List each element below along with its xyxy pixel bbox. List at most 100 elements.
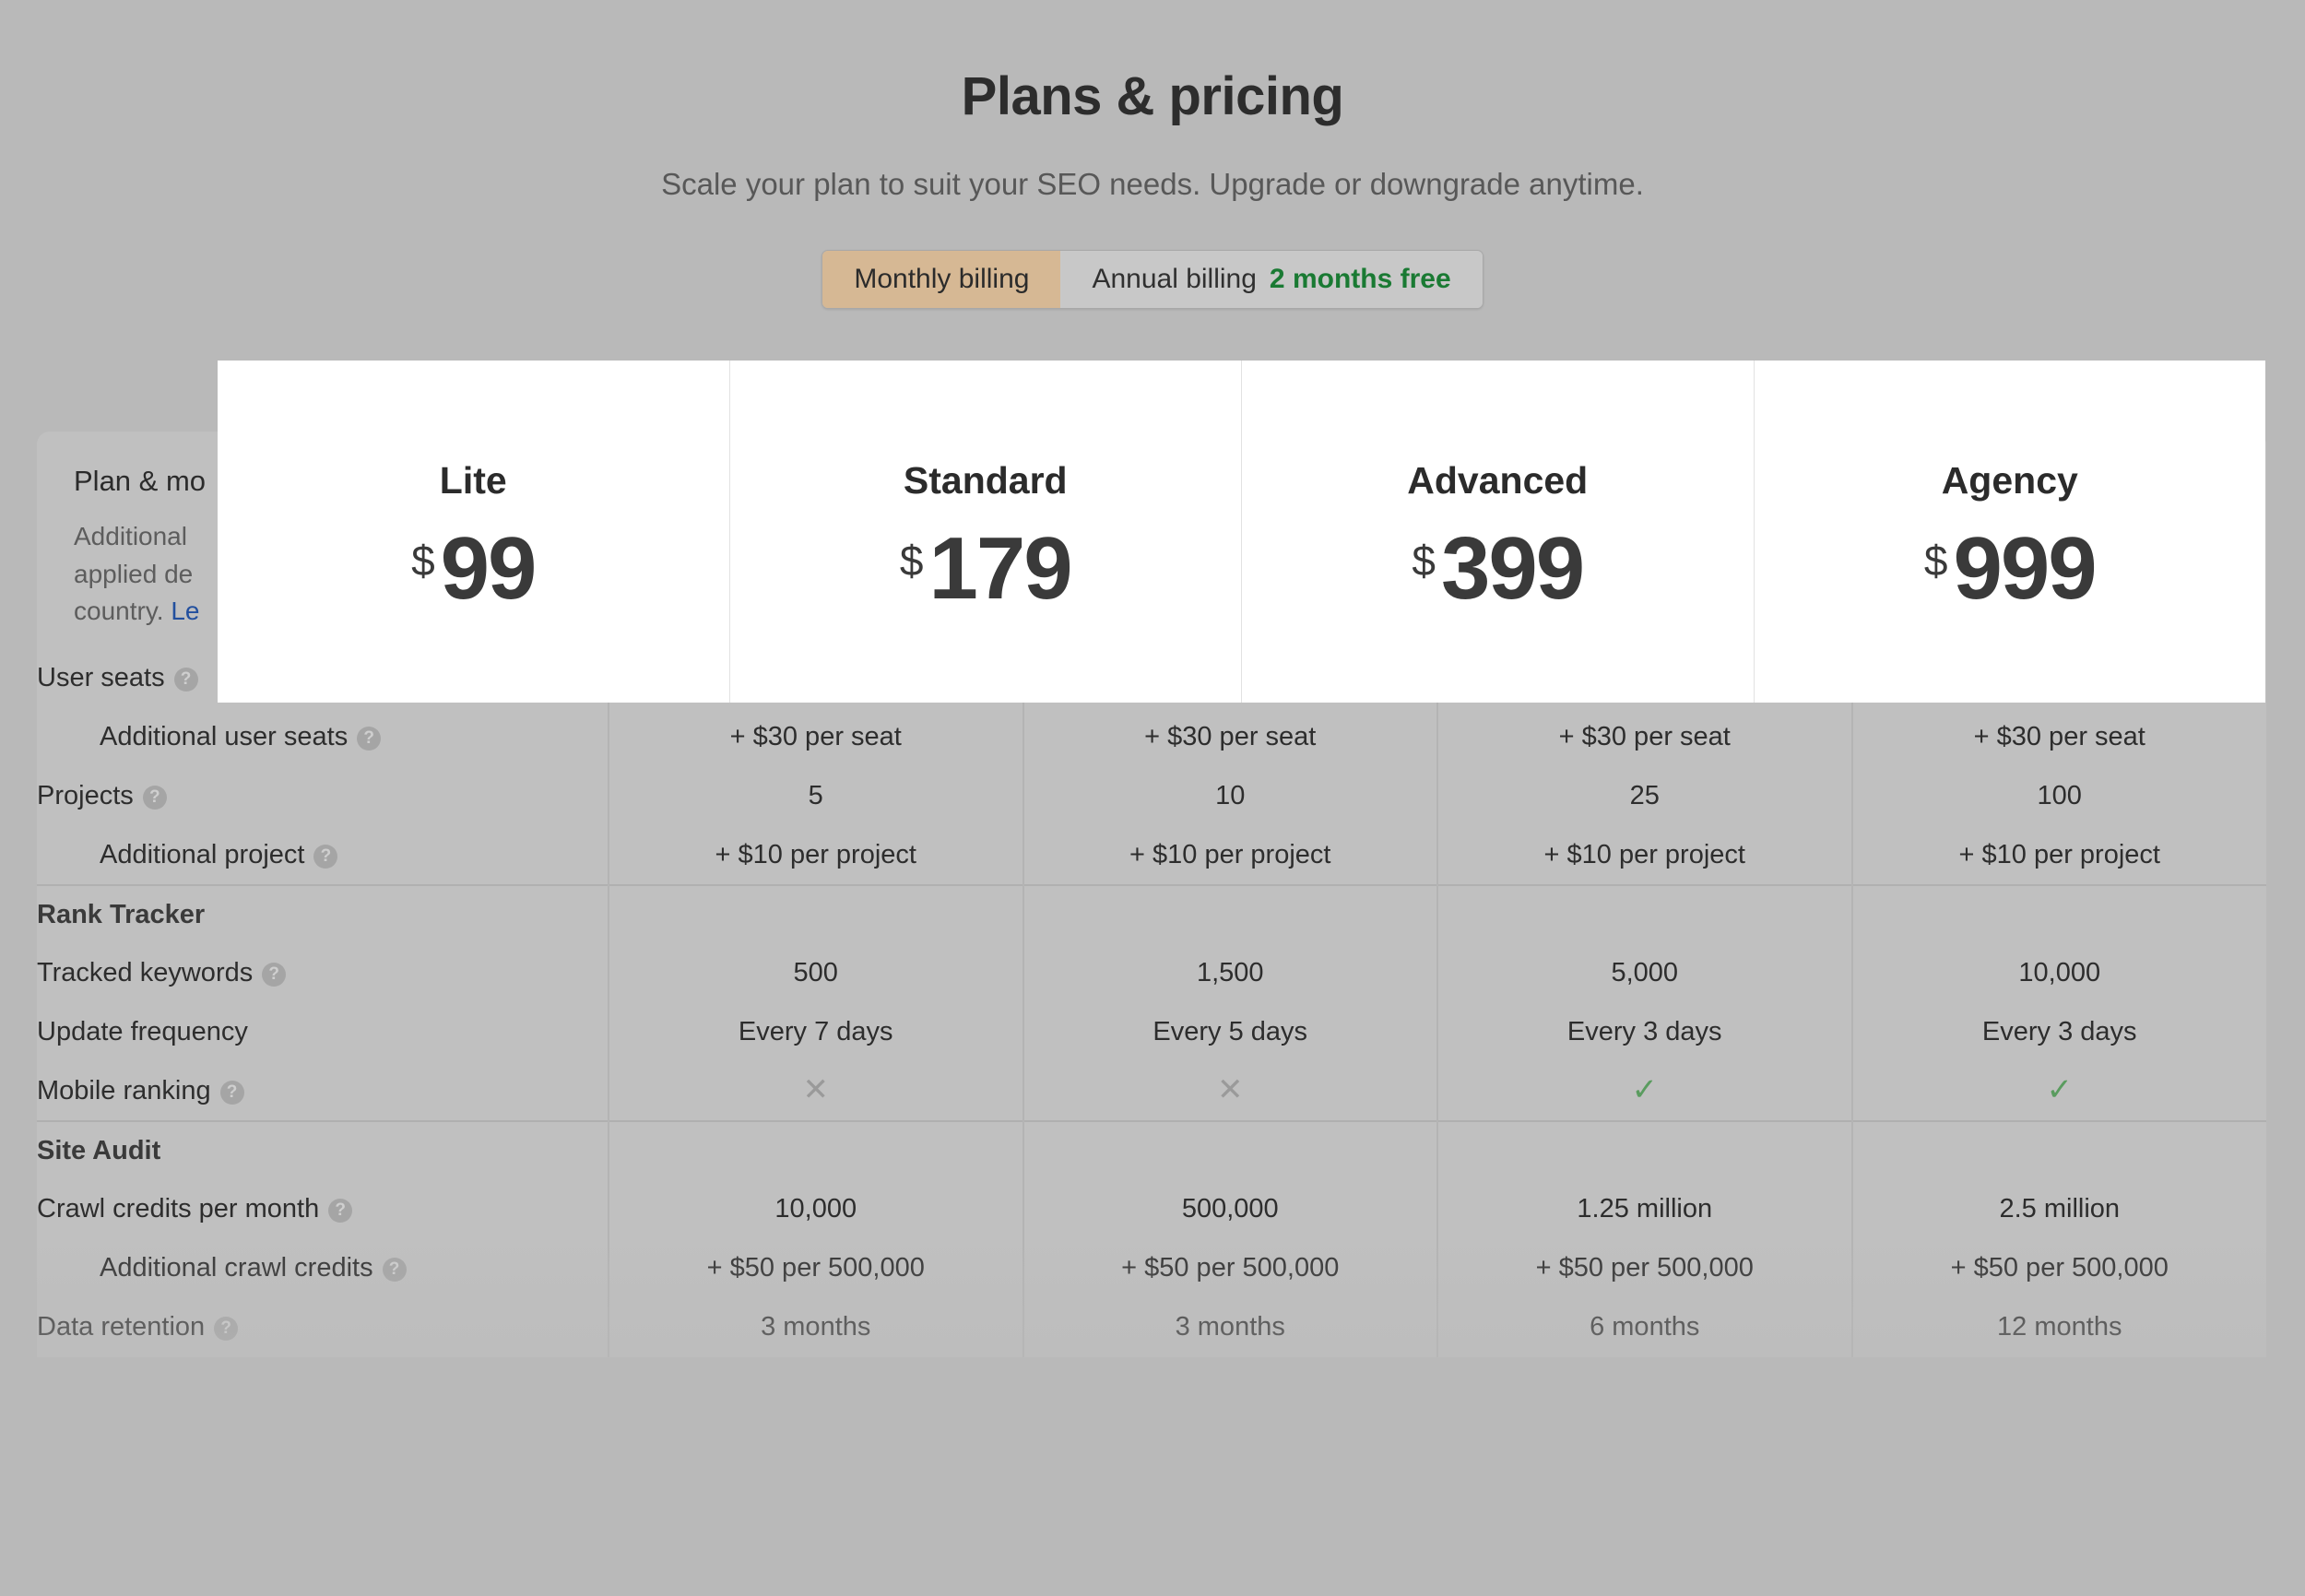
help-icon[interactable]: ? <box>219 1080 244 1105</box>
price-amount: 99 <box>440 519 538 618</box>
learn-more-link[interactable]: Le <box>171 597 199 625</box>
feature-value: 6 months <box>1590 1312 1700 1342</box>
feature-value-cell: 5 <box>609 766 1024 826</box>
feature-value: + $50 per 500,000 <box>1535 1253 1754 1283</box>
check-icon: ✓ <box>2046 1072 2074 1108</box>
help-icon[interactable]: ? <box>214 1317 239 1342</box>
feature-value: + $10 per project <box>1129 839 1331 869</box>
currency-symbol: $ <box>411 537 435 585</box>
feature-value-cell: ✕ <box>609 1061 1024 1121</box>
table-row: Additional user seats? + $30 per seat + $3… <box>37 707 2266 767</box>
help-icon[interactable]: ? <box>173 668 198 692</box>
help-icon[interactable]: ? <box>313 844 338 869</box>
plan-column-agency[interactable]: Agency $999 <box>1755 361 2266 703</box>
feature-value: + $30 per seat <box>1558 722 1731 752</box>
feature-value-cell: + $30 per seat <box>1437 707 1853 767</box>
table-row: Data retention? 3 months 3 months 6 months 1… <box>37 1297 2267 1357</box>
intro-line-3: country. <box>74 597 171 626</box>
feature-value-cell: + $10 per project <box>1852 826 2267 885</box>
feature-value-cell: 10,000 <box>609 1179 1024 1239</box>
feature-comparison-table: User seats?1135Additional user seats?+ $… <box>37 648 2267 1357</box>
section-spacer-cell <box>1852 1121 2267 1180</box>
plan-column-lite[interactable]: Lite $99 <box>218 361 730 703</box>
plan-column-standard[interactable]: Standard $179 <box>730 361 1242 703</box>
feature-label-cell: Additional project? <box>37 825 609 885</box>
feature-value: 25 <box>1629 781 1660 811</box>
feature-value: 500 <box>793 958 838 988</box>
feature-value-cell: 10 <box>1022 766 1438 826</box>
tab-annual-billing[interactable]: Annual billing 2 months free <box>1060 250 1483 309</box>
feature-value: 100 <box>2037 781 2082 811</box>
table-row: Tracked keywords? 500 1,500 5,000 10,000 <box>37 943 2266 1003</box>
billing-period-toggle[interactable]: Monthly billing Annual billing 2 months f… <box>822 249 1483 310</box>
feature-value: + $10 per project <box>1958 839 2160 869</box>
help-icon[interactable]: ? <box>262 963 287 987</box>
plan-price: $399 <box>1412 519 1585 618</box>
feature-value: 5,000 <box>1611 958 1679 988</box>
feature-value-cell: 3 months <box>609 1297 1024 1357</box>
feature-value-cell: + $30 per seat <box>1022 707 1438 767</box>
feature-value-cell: 100 <box>1852 767 2267 826</box>
table-row: Projects? 5 10 25 100 <box>37 766 2267 826</box>
section-spacer-cell <box>609 884 1024 944</box>
feature-value-cell: 25 <box>1437 766 1853 826</box>
section-title: Site Audit <box>37 1120 609 1180</box>
plan-column-advanced[interactable]: Advanced $399 <box>1242 361 1755 703</box>
feature-value-cell: 2.5 million <box>1852 1180 2267 1239</box>
feature-value-cell: 3 months <box>1022 1297 1438 1357</box>
help-icon[interactable]: ? <box>328 1199 353 1224</box>
feature-label: Projects <box>37 781 134 811</box>
feature-label: User seats <box>37 663 165 693</box>
feature-value-cell: + $50 per 500,000 <box>1022 1238 1438 1298</box>
feature-label: Crawl credits per month <box>37 1194 320 1224</box>
plan-price: $99 <box>411 519 538 618</box>
feature-value-cell: 6 months <box>1437 1297 1853 1357</box>
feature-value-cell: 1,500 <box>1022 943 1438 1003</box>
feature-value-cell: ✓ <box>1437 1061 1853 1121</box>
feature-value: + $50 per 500,000 <box>1950 1253 2169 1283</box>
feature-value-cell: 12 months <box>1852 1298 2267 1357</box>
feature-label-cell: Tracked keywords? <box>37 943 609 1003</box>
plan-price: $999 <box>1923 525 2098 613</box>
feature-value: Every 3 days <box>1981 1017 2137 1047</box>
feature-value-cell: + $50 per 500,000 <box>1437 1238 1853 1298</box>
feature-value: 1,500 <box>1196 958 1264 988</box>
feature-label: Data retention <box>37 1312 206 1342</box>
table-row: Additional crawl credits? + $50 per 500,0… <box>37 1238 2267 1298</box>
check-icon: ✓ <box>1631 1072 1659 1108</box>
section-header-row: Rank Tracker <box>37 884 2267 944</box>
feature-table-body: User seats?1135Additional user seats?+ $… <box>37 648 2267 1357</box>
table-row: Mobile ranking? ✕ ✕ ✓ ✓ <box>37 1061 2266 1121</box>
section-spacer-cell <box>1022 1120 1438 1180</box>
feature-value: 3 months <box>1175 1312 1285 1342</box>
plan-price: $179 <box>900 525 1073 613</box>
feature-value: Every 3 days <box>1566 1017 1722 1047</box>
currency-symbol: $ <box>1412 537 1436 585</box>
price-amount: 399 <box>1440 519 1585 618</box>
feature-value: + $10 per project <box>1543 839 1745 869</box>
annual-discount-badge: 2 months free <box>1269 263 1451 294</box>
tab-monthly-billing[interactable]: Monthly billing <box>822 250 1061 309</box>
feature-value: 500,000 <box>1181 1194 1279 1224</box>
feature-label-cell: Additional user seats? <box>37 707 609 767</box>
feature-value: + $50 per 500,000 <box>706 1253 925 1283</box>
feature-value: 10,000 <box>774 1194 857 1224</box>
table-row: Update frequency Every 7 days Every 5 days… <box>37 1002 2266 1062</box>
feature-value-cell: + $50 per 500,000 <box>1852 1239 2267 1298</box>
section-spacer-cell <box>609 1120 1024 1180</box>
feature-value-cell: + $10 per project <box>1022 825 1438 885</box>
help-icon[interactable]: ? <box>142 786 167 810</box>
currency-symbol: $ <box>1923 537 1948 585</box>
feature-value: + $30 per seat <box>729 722 902 752</box>
help-icon[interactable]: ? <box>357 727 382 751</box>
feature-value: 3 months <box>761 1312 871 1342</box>
feature-label: Additional project <box>100 839 305 869</box>
section-spacer-cell <box>1852 885 2267 944</box>
feature-label: Additional user seats <box>100 722 349 752</box>
plan-name: Standard <box>903 459 1068 502</box>
help-icon[interactable]: ? <box>382 1258 407 1283</box>
plan-price-overlay-card: Lite $99 Standard $179 Advanced $399 Agency $99… <box>218 361 2265 703</box>
intro-line-2: applied de <box>74 559 194 588</box>
feature-value-cell: + $30 per seat <box>609 707 1024 767</box>
feature-value: 10 <box>1215 781 1246 811</box>
